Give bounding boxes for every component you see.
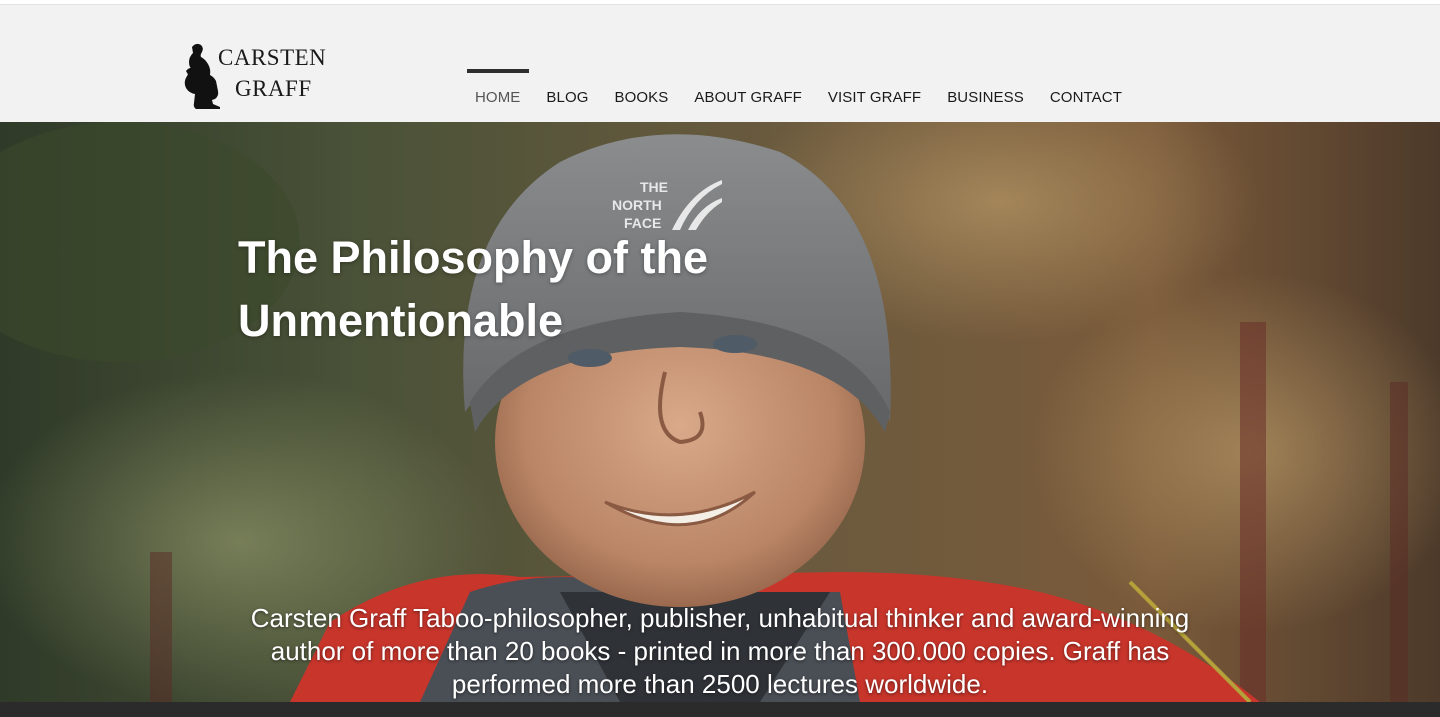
brand-line-1: CARSTEN <box>218 45 327 70</box>
nav-contact[interactable]: CONTACT <box>1037 69 1135 119</box>
site-header: CARSTEN GRAFF HOME BLOG BOOKS ABOUT GRAF… <box>0 5 1440 122</box>
site-logo[interactable]: CARSTEN GRAFF <box>180 41 340 113</box>
nav-about-graff[interactable]: ABOUT GRAFF <box>681 69 815 119</box>
hero-description: Carsten Graff Taboo-philosopher, publish… <box>250 603 1190 699</box>
nav-blog[interactable]: BLOG <box>533 69 601 119</box>
brand-name: CARSTEN GRAFF <box>218 42 326 104</box>
nav-home[interactable]: HOME <box>466 69 533 119</box>
svg-text:NORTH: NORTH <box>612 197 662 213</box>
main-nav: HOME BLOG BOOKS ABOUT GRAFF VISIT GRAFF … <box>466 69 1135 119</box>
svg-text:THE: THE <box>640 179 668 195</box>
hero-section: THE NORTH FACE The Philosophy of the Unm… <box>0 122 1440 702</box>
hero-title: The Philosophy of the Unmentionable <box>238 232 708 346</box>
bottom-bar <box>0 702 1440 717</box>
nav-visit-graff[interactable]: VISIT GRAFF <box>815 69 934 119</box>
nav-business[interactable]: BUSINESS <box>934 69 1037 119</box>
nav-books[interactable]: BOOKS <box>602 69 682 119</box>
brand-line-2: GRAFF <box>235 76 312 101</box>
